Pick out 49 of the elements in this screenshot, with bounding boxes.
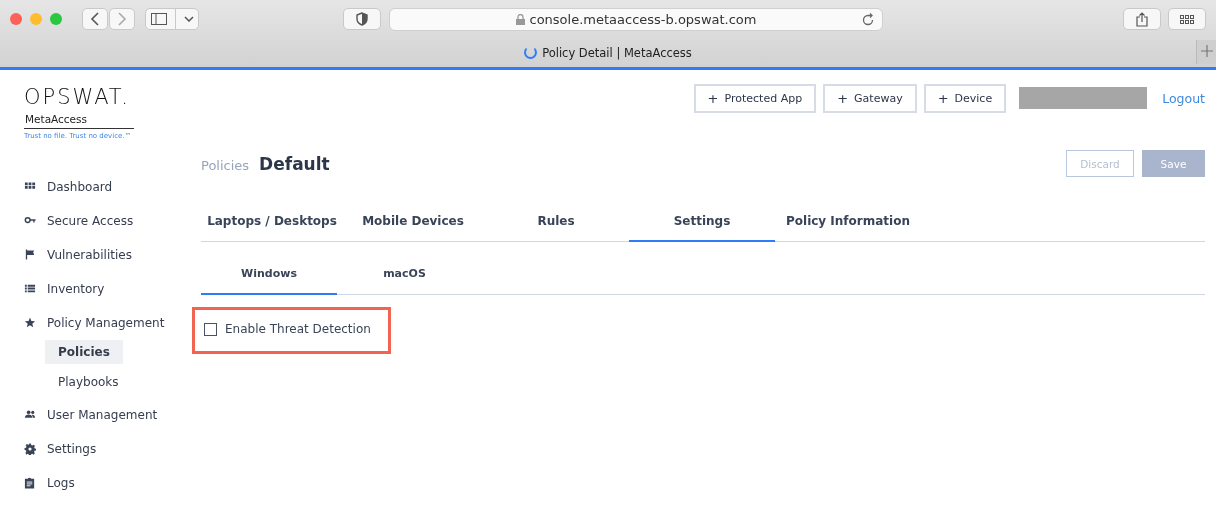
sidebar-item[interactable]: Vulnerabilities: [24, 238, 190, 272]
sidebar-toggle-button[interactable]: [145, 8, 199, 30]
chevron-right-icon: [117, 12, 127, 26]
lock-icon: [515, 13, 525, 25]
sidebar-item[interactable]: Policy Management: [24, 306, 190, 340]
sidebar-subitem[interactable]: Policies: [45, 340, 123, 364]
flag-icon: [24, 249, 36, 261]
product-name: MetaAccess: [24, 109, 134, 129]
sidebar-item[interactable]: Logs: [24, 466, 190, 500]
tab[interactable]: Policy Information: [775, 201, 921, 242]
list-icon: [24, 283, 36, 295]
plus-icon: [1200, 44, 1213, 57]
page-title: Default: [259, 153, 330, 174]
subtab[interactable]: macOS: [337, 254, 472, 295]
address-bar[interactable]: console.metaaccess-b.opswat.com: [389, 7, 883, 31]
add-button[interactable]: + Protected App: [693, 83, 817, 113]
tab[interactable]: Rules: [483, 201, 629, 242]
browser-tab[interactable]: Policy Detail | MetaAccess: [524, 45, 692, 60]
sidebar-item[interactable]: Dashboard: [24, 170, 190, 204]
share-icon: [1136, 11, 1148, 27]
sidebar-item[interactable]: Settings: [24, 432, 190, 466]
clipboard-icon: [24, 477, 36, 489]
star-icon: [24, 317, 36, 329]
caret-icon: [183, 16, 194, 22]
gear-icon: [24, 443, 36, 455]
sidebar-item[interactable]: Secure Access: [24, 204, 190, 238]
checkbox-label[interactable]: Enable Threat Detection: [225, 322, 371, 336]
close-button[interactable]: [10, 13, 22, 25]
checkbox[interactable]: [204, 322, 217, 336]
people-icon: [24, 409, 36, 421]
tab[interactable]: Laptops / Desktops: [201, 201, 343, 242]
reload-icon[interactable]: [861, 12, 875, 27]
sidebar-item[interactable]: Inventory: [24, 272, 190, 306]
add-button[interactable]: + Gateway: [823, 83, 917, 113]
grid-icon: [1180, 14, 1194, 24]
sidebar-item[interactable]: User Management: [24, 398, 190, 432]
back-button[interactable]: [82, 8, 108, 30]
shield-icon[interactable]: [343, 8, 381, 30]
chevron-left-icon: [90, 12, 100, 26]
tab[interactable]: Settings: [629, 201, 775, 242]
logout-link[interactable]: Logout: [1162, 90, 1205, 106]
sidebar-icon: [150, 13, 167, 25]
sidebar-subitem[interactable]: Playbooks: [45, 370, 132, 394]
brand-logo: OPSWAT.: [24, 85, 131, 109]
share-button[interactable]: [1123, 8, 1161, 30]
tabs-overview-button[interactable]: [1168, 8, 1206, 30]
subtab[interactable]: Windows: [201, 254, 337, 295]
add-button[interactable]: + Device: [923, 83, 1007, 113]
tab[interactable]: Mobile Devices: [343, 201, 483, 242]
